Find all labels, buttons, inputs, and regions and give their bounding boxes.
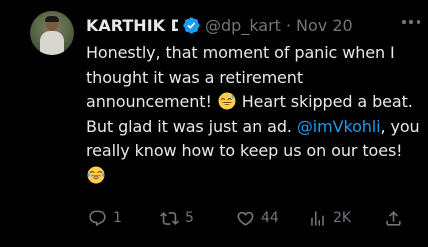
mention-link[interactable]: @imVkohli xyxy=(297,117,381,136)
reply-count: 1 xyxy=(113,210,122,226)
tweet-header: KARTHIK D @dp_kart · Nov 20 xyxy=(86,12,422,38)
views-button[interactable]: 2K xyxy=(308,204,351,232)
retweet-icon xyxy=(160,211,179,225)
share-button[interactable] xyxy=(384,204,403,232)
like-count: 44 xyxy=(261,210,279,226)
verified-badge-icon xyxy=(183,16,200,34)
share-icon xyxy=(386,210,401,226)
separator-dot: · xyxy=(285,15,292,35)
retweet-button[interactable]: 5 xyxy=(160,204,194,232)
action-bar: 1 5 44 2K xyxy=(86,204,416,232)
reply-button[interactable]: 1 xyxy=(88,204,122,232)
like-button[interactable]: 44 xyxy=(236,204,279,232)
face-with-tears-of-joy-icon xyxy=(87,166,105,183)
reply-icon xyxy=(89,210,106,226)
avatar[interactable] xyxy=(30,11,74,55)
tweet-date[interactable]: Nov 20 xyxy=(296,16,353,35)
retweet-count: 5 xyxy=(185,210,194,226)
views-chart-icon xyxy=(311,210,324,226)
author-name[interactable]: KARTHIK D xyxy=(86,16,178,35)
grinning-face-with-sweat-icon xyxy=(218,92,236,110)
heart-icon xyxy=(237,211,254,226)
tweet[interactable]: KARTHIK D @dp_kart · Nov 20 Honestly, th… xyxy=(0,0,428,247)
more-options-icon[interactable] xyxy=(402,20,420,24)
views-count: 2K xyxy=(333,210,352,226)
author-handle[interactable]: @dp_kart xyxy=(205,16,281,35)
tweet-text: Honestly, that moment of panic when I th… xyxy=(86,41,424,188)
